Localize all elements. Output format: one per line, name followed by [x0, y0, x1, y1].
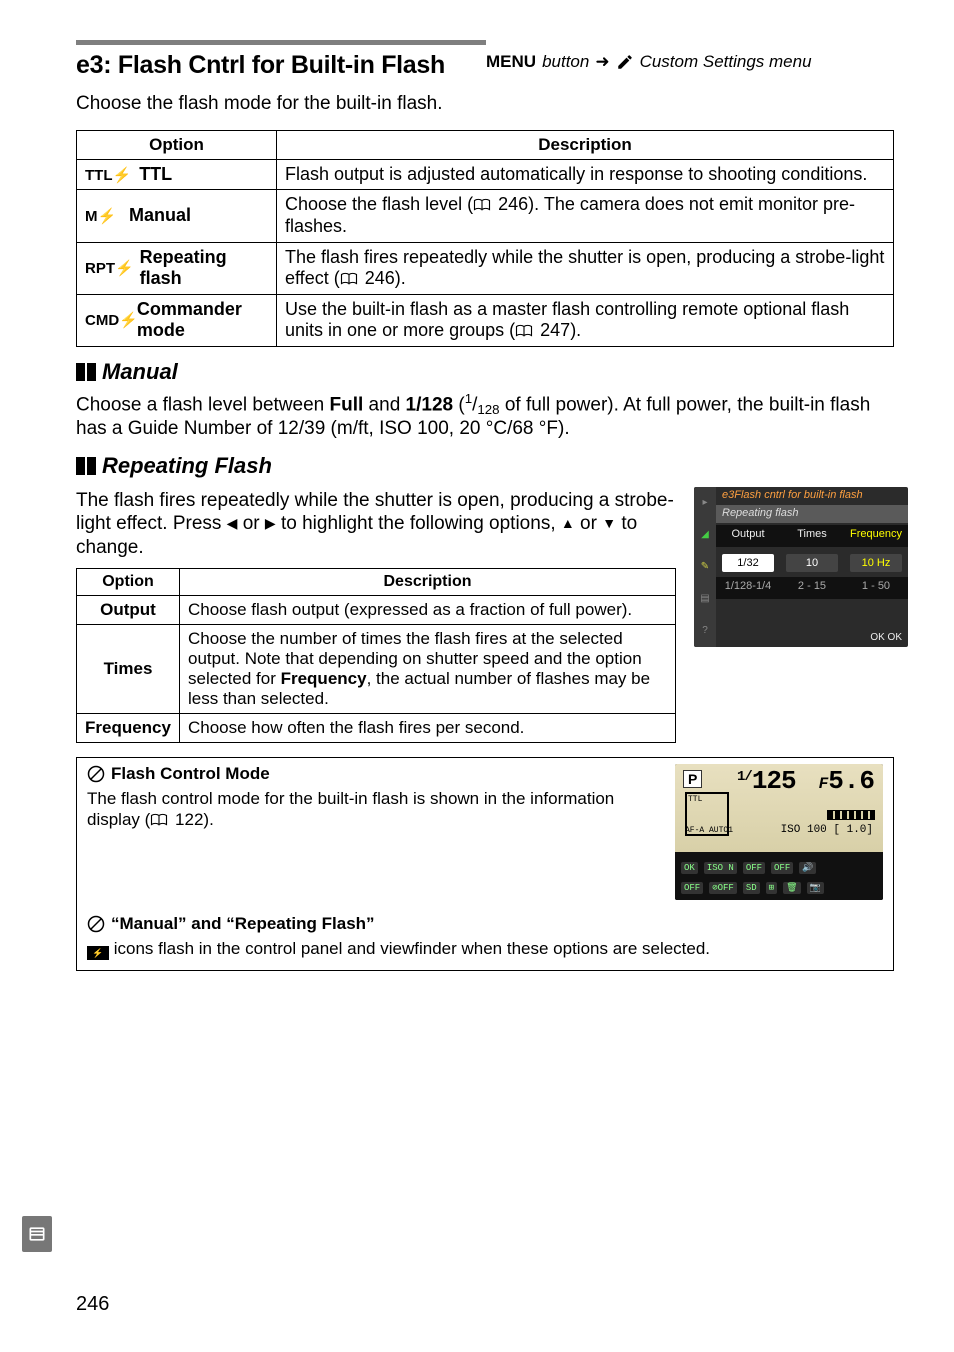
- menu-button-word: button: [542, 52, 589, 72]
- lcd-iso-row: AF-A AUTO1 ISO 100 [ 1.0]: [685, 824, 873, 836]
- pencil-icon: [616, 53, 634, 71]
- side-tab-icon: ◢: [694, 519, 716, 551]
- menu-range: 2 - 15: [780, 577, 844, 599]
- page-number: 246: [76, 1293, 109, 1316]
- menu-col: Output: [716, 525, 780, 547]
- side-tab-icon: [22, 1216, 52, 1252]
- table-row: TTL⚡ TTL Flash output is adjusted automa…: [77, 159, 894, 190]
- menu-range: 1 - 50: [844, 577, 908, 599]
- note-heading: Flash Control Mode: [111, 764, 270, 784]
- custom-settings-label: Custom Settings menu: [640, 52, 812, 72]
- intro-text: Choose the flash mode for the built-in f…: [76, 92, 894, 116]
- mode-icon: RPT⚡: [85, 259, 132, 277]
- table-row: Output Choose flash output (expressed as…: [77, 595, 676, 624]
- lcd-info-row: OFF⊘OFFSD⊞🗑📷: [681, 882, 877, 894]
- opt-desc: Choose flash output (expressed as a frac…: [179, 595, 675, 624]
- book-icon: [515, 324, 533, 338]
- mode-label: TTL: [139, 164, 172, 185]
- lcd-mode: P: [683, 770, 702, 788]
- side-tab-icon: ▸: [694, 487, 716, 519]
- col-option: Option: [77, 130, 277, 159]
- up-arrow-icon: ▲: [561, 515, 575, 533]
- table-row: Frequency Choose how often the flash fir…: [77, 713, 676, 742]
- side-tab-icon: ?: [694, 615, 716, 647]
- mode-label: Manual: [129, 205, 191, 226]
- menu-label: MENU: [486, 52, 536, 72]
- mode-desc: Choose the flash level ( 246). The camer…: [277, 190, 894, 242]
- book-icon: [150, 813, 168, 827]
- menu-value: 10 Hz: [850, 554, 902, 572]
- note-box: Flash Control Mode The flash control mod…: [76, 757, 894, 971]
- col-option: Option: [77, 568, 180, 595]
- section-title-left: e3: Flash Cntrl for Built-in Flash: [76, 40, 486, 80]
- opt-name: Output: [77, 595, 180, 624]
- menu-value: 1/32: [722, 554, 774, 572]
- manual-subhead: Manual: [76, 359, 894, 385]
- breadcrumb: MENU button ➜ Custom Settings menu: [486, 52, 812, 72]
- menu-subtitle: Repeating flash: [716, 505, 908, 523]
- note-heading: “Manual” and “Repeating Flash”: [111, 914, 375, 934]
- section-title: e3: Flash Cntrl for Built-in Flash: [76, 51, 486, 80]
- opt-name: Frequency: [77, 713, 180, 742]
- camera-menu-screenshot: ▸ ◢ ✎ ▤ ? e3Flash cntrl for built-in fla…: [694, 487, 908, 647]
- opt-desc: Choose how often the flash fires per sec…: [179, 713, 675, 742]
- left-arrow-icon: ◀: [227, 515, 238, 533]
- lcd-info-row: OKISO NOFFOFF🔊: [681, 862, 877, 874]
- menu-value: 10: [786, 554, 838, 572]
- menu-col: Frequency: [844, 525, 908, 547]
- note-text: ⚡ icons flash in the control panel and v…: [87, 938, 883, 960]
- menu-ok: OK OK: [870, 632, 902, 643]
- note-icon: [87, 765, 105, 783]
- mode-label: Commander mode: [137, 299, 268, 341]
- repeating-subhead: Repeating Flash: [76, 453, 894, 479]
- table-row: CMD⚡ Commander mode Use the built-in fla…: [77, 294, 894, 346]
- menu-col: Times: [780, 525, 844, 547]
- col-desc: Description: [277, 130, 894, 159]
- section-title-row: e3: Flash Cntrl for Built-in Flash MENU …: [76, 40, 894, 80]
- opt-name: Times: [77, 624, 180, 713]
- mode-icon: TTL⚡: [85, 166, 131, 184]
- flash-warning-icon: ⚡: [87, 946, 109, 960]
- subhead-marker-icon: [76, 457, 96, 475]
- manual-heading: Manual: [102, 359, 178, 385]
- repeating-options-table: Option Description Output Choose flash o…: [76, 568, 676, 743]
- repeating-text: The flash fires repeatedly while the shu…: [76, 489, 676, 560]
- arrow-icon: ➜: [595, 52, 609, 72]
- side-tab-icon: ▤: [694, 583, 716, 615]
- lcd-battery-icon: [827, 810, 875, 820]
- note-text: The flash control mode for the built-in …: [87, 788, 657, 831]
- mode-icon: M⚡: [85, 207, 121, 225]
- book-icon: [340, 272, 358, 286]
- lcd-aperture: F5.6: [819, 766, 875, 796]
- info-display-screenshot: P 1/125 F5.6 TTL AF-A AUTO1 ISO 100 [ 1.…: [675, 764, 883, 900]
- flash-mode-table: Option Description TTL⚡ TTL Flash output…: [76, 130, 894, 347]
- mode-desc: Use the built-in flash as a master flash…: [277, 294, 894, 346]
- table-row: M⚡ Manual Choose the flash level ( 246).…: [77, 190, 894, 242]
- section-title-right: MENU button ➜ Custom Settings menu: [486, 40, 894, 80]
- menu-range: 1/128-1/4: [716, 577, 780, 599]
- mode-label: Repeating flash: [140, 247, 268, 289]
- right-arrow-icon: ▶: [265, 515, 276, 533]
- menu-title: e3Flash cntrl for built-in flash: [716, 487, 908, 505]
- down-arrow-icon: ▼: [602, 515, 616, 533]
- opt-desc: Choose the number of times the flash fir…: [179, 624, 675, 713]
- mode-desc: The flash fires repeatedly while the shu…: [277, 242, 894, 294]
- col-desc: Description: [179, 568, 675, 595]
- mode-icon: CMD⚡: [85, 311, 129, 329]
- side-tab-icon: ✎: [694, 551, 716, 583]
- repeating-heading: Repeating Flash: [102, 453, 272, 479]
- book-icon: [473, 198, 491, 212]
- table-row: Times Choose the number of times the fla…: [77, 624, 676, 713]
- table-row: RPT⚡ Repeating flash The flash fires rep…: [77, 242, 894, 294]
- subhead-marker-icon: [76, 363, 96, 381]
- lcd-shutter: 1/125: [737, 766, 796, 796]
- note-icon: [87, 915, 105, 933]
- manual-text: Choose a flash level between Full and 1/…: [76, 391, 894, 441]
- mode-desc: Flash output is adjusted automatically i…: [277, 159, 894, 190]
